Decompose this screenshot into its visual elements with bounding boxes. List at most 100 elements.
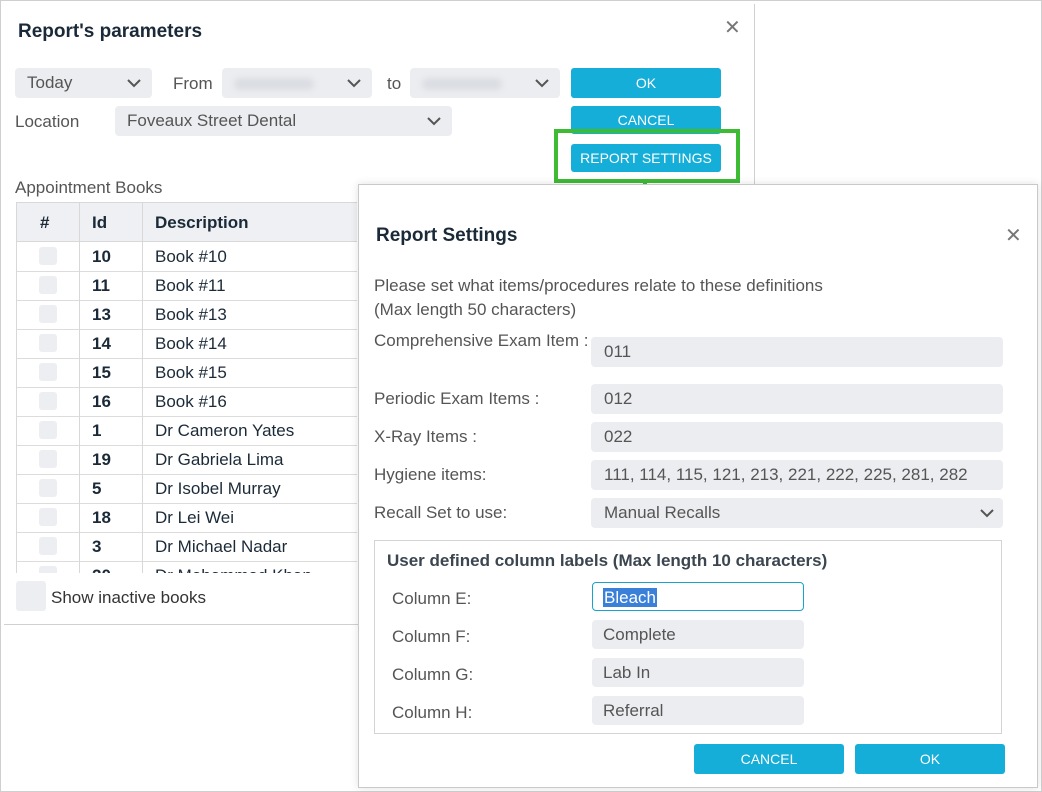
close-icon[interactable]: ✕	[1005, 223, 1022, 248]
row-checkbox[interactable]	[39, 508, 57, 526]
column-labels-title: User defined column labels (Max length 1…	[387, 551, 828, 570]
row-checkbox[interactable]	[39, 537, 57, 555]
chevron-down-icon	[427, 117, 441, 126]
intro-line: Please set what items/procedures relate …	[374, 276, 823, 295]
settings-cancel-button[interactable]: CANCEL	[694, 744, 844, 774]
comprehensive-exam-input[interactable]: 011	[591, 337, 1003, 367]
dialog-title: Report Settings	[376, 225, 518, 246]
row-checkbox[interactable]	[39, 392, 57, 410]
row-description: Dr Isobel Murray	[155, 479, 281, 498]
row-id: 11	[92, 276, 110, 295]
table-row[interactable]: 14 Book #14	[17, 329, 357, 359]
column-h-label: Column H:	[392, 703, 473, 722]
column-e-label: Column E:	[392, 589, 472, 608]
header-id[interactable]: Id	[92, 213, 107, 233]
table-row[interactable]: 20 Dr Mohammad Khan	[17, 561, 357, 573]
intro-line: (Max length 50 characters)	[374, 300, 577, 319]
appointment-books-label: Appointment Books	[15, 178, 163, 197]
chevron-down-icon	[535, 79, 549, 88]
hygiene-input[interactable]: 111, 114, 115, 121, 213, 221, 222, 225, …	[591, 460, 1003, 490]
column-h-input[interactable]: Referral	[592, 696, 804, 725]
recall-set-label: Recall Set to use:	[374, 503, 508, 522]
row-id: 3	[92, 537, 102, 556]
row-description: Dr Mohammad Khan	[155, 566, 312, 573]
table-row[interactable]: 15 Book #15	[17, 358, 357, 388]
period-select-value: Today	[27, 73, 73, 92]
row-description: Book #16	[155, 392, 227, 411]
row-description: Dr Michael Nadar	[155, 537, 288, 556]
report-settings-dialog: Report Settings ✕ Please set what items/…	[358, 184, 1038, 788]
table-row[interactable]: 13 Book #13	[17, 300, 357, 330]
row-description: Book #15	[155, 363, 227, 382]
table-header: # Id Description	[17, 203, 357, 242]
to-date-value-blurred	[422, 77, 502, 90]
row-description: Book #13	[155, 305, 227, 324]
hygiene-label: Hygiene items:	[374, 465, 487, 484]
header-check: #	[40, 213, 50, 232]
table-row[interactable]: 1 Dr Cameron Yates	[17, 416, 357, 446]
row-checkbox[interactable]	[39, 247, 57, 265]
location-label: Location	[15, 112, 80, 131]
column-f-input[interactable]: Complete	[592, 620, 804, 649]
row-description: Book #14	[155, 334, 227, 353]
chevron-down-icon	[127, 79, 141, 88]
row-checkbox[interactable]	[39, 305, 57, 323]
table-row[interactable]: 3 Dr Michael Nadar	[17, 532, 357, 562]
ok-button[interactable]: OK	[571, 68, 721, 98]
column-divider	[142, 203, 143, 573]
row-id: 13	[92, 305, 111, 324]
column-g-input[interactable]: Lab In	[592, 658, 804, 687]
row-checkbox[interactable]	[39, 479, 57, 497]
row-id: 16	[92, 392, 111, 411]
row-id: 18	[92, 508, 111, 527]
xray-input[interactable]: 022	[591, 422, 1003, 452]
recall-set-select[interactable]: Manual Recalls	[591, 498, 1003, 528]
row-id: 14	[92, 334, 111, 353]
column-labels-group: User defined column labels (Max length 1…	[374, 540, 1002, 734]
row-id: 1	[92, 421, 102, 440]
intro-text: Please set what items/procedures relate …	[374, 274, 894, 322]
chevron-down-icon	[347, 79, 361, 88]
show-inactive-label: Show inactive books	[51, 588, 206, 607]
settings-ok-button[interactable]: OK	[855, 744, 1005, 774]
table-row[interactable]: 10 Book #10	[17, 242, 357, 272]
table-row[interactable]: 19 Dr Gabriela Lima	[17, 445, 357, 475]
row-id: 20	[92, 566, 111, 573]
from-date-select[interactable]	[222, 68, 372, 98]
report-settings-button[interactable]: REPORT SETTINGS	[571, 144, 721, 172]
comprehensive-exam-label: Comprehensive Exam Item :	[374, 331, 589, 350]
row-checkbox[interactable]	[39, 450, 57, 468]
to-date-select[interactable]	[410, 68, 560, 98]
row-checkbox[interactable]	[39, 276, 57, 294]
column-f-label: Column F:	[392, 627, 471, 646]
column-divider	[79, 203, 80, 573]
to-label: to	[387, 74, 402, 93]
column-e-selected-text: Bleach	[603, 588, 657, 607]
header-description[interactable]: Description	[155, 213, 249, 233]
row-checkbox[interactable]	[39, 363, 57, 381]
period-select[interactable]: Today	[15, 68, 152, 98]
row-description: Dr Gabriela Lima	[155, 450, 284, 469]
row-description: Book #10	[155, 247, 227, 266]
row-checkbox[interactable]	[39, 566, 57, 573]
appointment-books-table: # Id Description 10 Book #10 11 Book #11 13 B…	[16, 202, 357, 573]
row-checkbox[interactable]	[39, 334, 57, 352]
recall-set-value: Manual Recalls	[604, 503, 721, 522]
dialog-title: Report's parameters	[18, 21, 203, 42]
xray-label: X-Ray Items :	[374, 427, 477, 446]
row-description: Book #11	[155, 276, 226, 295]
show-inactive-checkbox[interactable]	[16, 581, 46, 611]
table-row[interactable]: 18 Dr Lei Wei	[17, 503, 357, 533]
location-select[interactable]: Foveaux Street Dental	[115, 106, 452, 136]
periodic-exam-input[interactable]: 012	[591, 384, 1003, 414]
table-row[interactable]: 11 Book #11	[17, 271, 357, 301]
table-row[interactable]: 16 Book #16	[17, 387, 357, 417]
row-id: 15	[92, 363, 111, 382]
column-e-input[interactable]: Bleach	[592, 582, 804, 611]
row-checkbox[interactable]	[39, 421, 57, 439]
chevron-down-icon	[980, 509, 994, 518]
from-date-value-blurred	[234, 77, 314, 90]
close-icon[interactable]: ✕	[724, 18, 741, 38]
row-id: 10	[92, 247, 111, 266]
table-row[interactable]: 5 Dr Isobel Murray	[17, 474, 357, 504]
